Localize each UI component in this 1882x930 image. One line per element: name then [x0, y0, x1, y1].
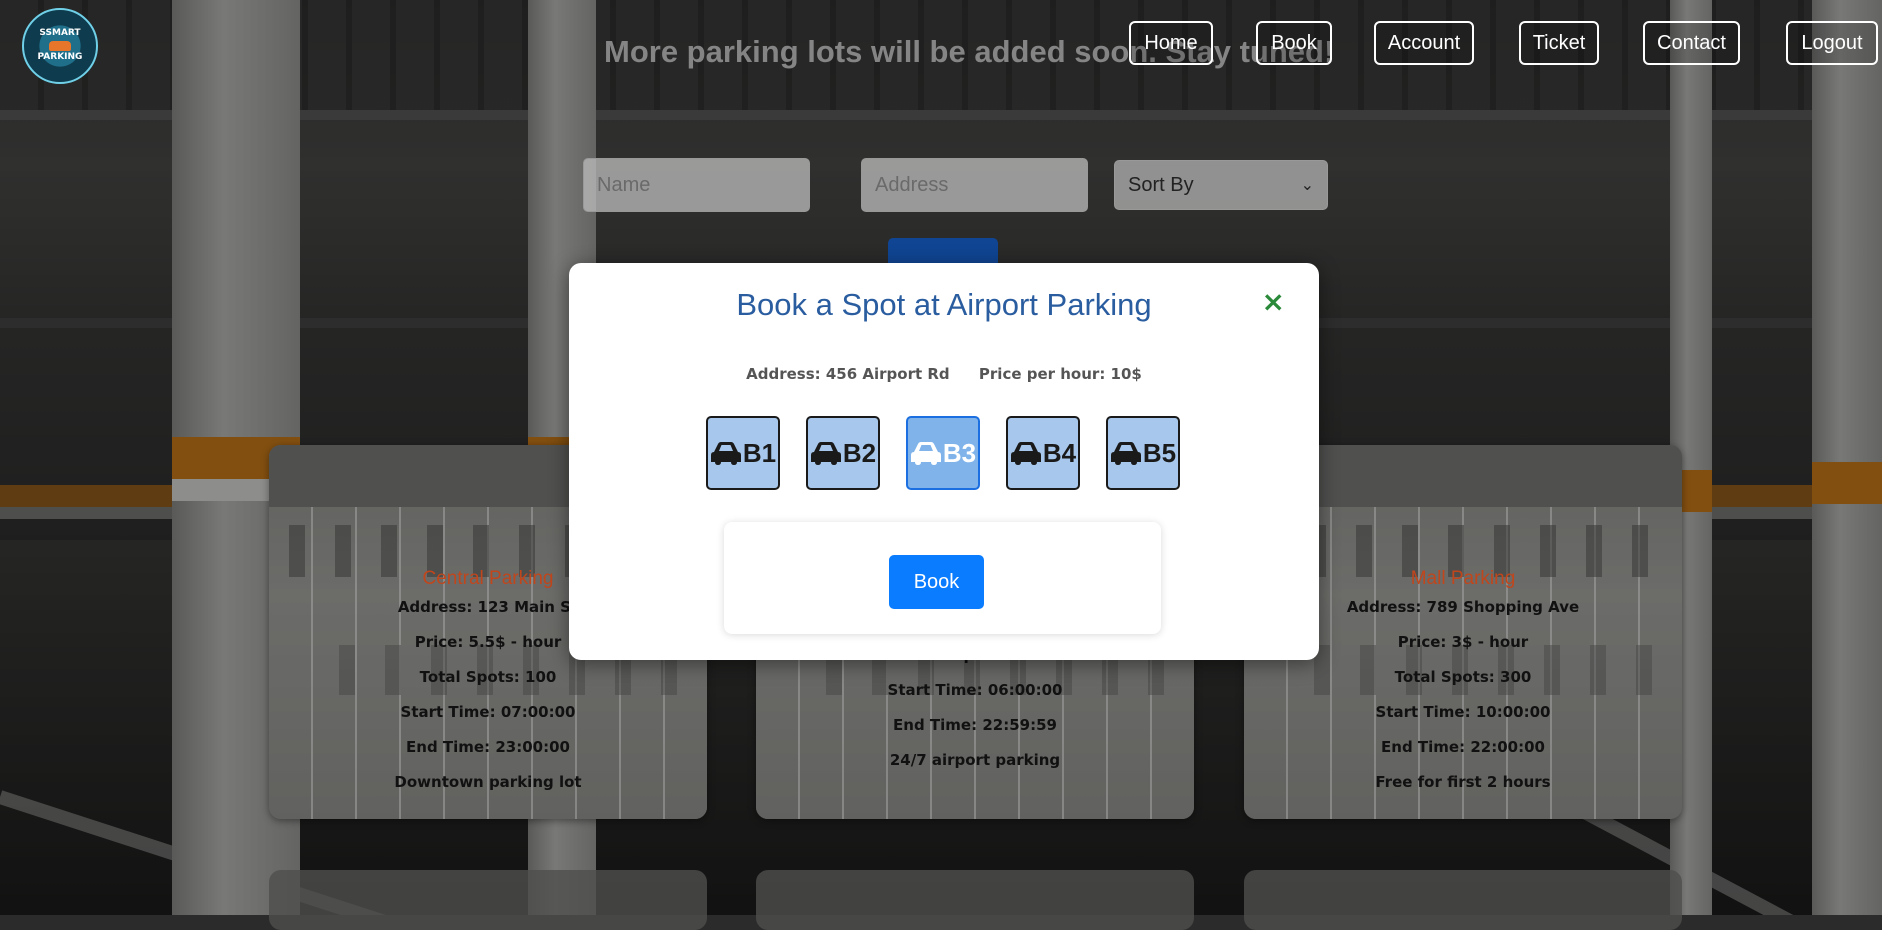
card-total-spots: Total Spots: 100 [419, 668, 557, 686]
card-end-time: End Time: 22:00:00 [1381, 738, 1545, 756]
spot-b2[interactable]: B2 [806, 416, 880, 490]
spot-b4[interactable]: B4 [1006, 416, 1080, 490]
booking-panel: Book [724, 522, 1161, 634]
nav-logout[interactable]: Logout [1786, 21, 1878, 65]
parking-card-partial[interactable] [756, 870, 1194, 930]
nav-account[interactable]: Account [1374, 21, 1474, 65]
spot-label: B2 [842, 437, 877, 468]
nav-home[interactable]: Home [1129, 21, 1213, 65]
nav-contact[interactable]: Contact [1643, 21, 1740, 65]
book-button[interactable]: Book [889, 555, 984, 609]
logo-text-bottom: PARKING [37, 52, 83, 62]
spot-b1[interactable]: B1 [706, 416, 780, 490]
car-icon [910, 442, 941, 465]
card-description: Downtown parking lot [394, 773, 582, 791]
spot-b5[interactable]: B5 [1106, 416, 1180, 490]
car-icon [810, 442, 841, 465]
card-end-time: End Time: 22:59:59 [893, 716, 1057, 734]
spot-b3[interactable]: B3 [906, 416, 980, 490]
address-search-input[interactable]: Address [861, 158, 1088, 212]
car-icon [1110, 442, 1141, 465]
card-description: 24/7 airport parking [889, 751, 1061, 769]
spot-label: B1 [742, 437, 777, 468]
chevron-down-icon: ⌄ [1300, 177, 1314, 194]
parking-card-partial[interactable] [1244, 870, 1682, 930]
spot-label: B5 [1142, 437, 1177, 468]
sort-select-value: Sort By [1128, 173, 1194, 196]
site-logo[interactable]: SSMART PARKING [22, 8, 98, 84]
nav-ticket[interactable]: Ticket [1519, 21, 1599, 65]
card-start-time: Start Time: 10:00:00 [1375, 703, 1551, 721]
page-headline: More parking lots will be added soon. St… [604, 34, 1335, 69]
modal-title: Book a Spot at Airport Parking [736, 287, 1152, 322]
lot-price: Price per hour: 10$ [978, 365, 1142, 383]
close-icon[interactable]: × [1262, 285, 1285, 318]
card-total-spots: Total Spots: 300 [1394, 668, 1532, 686]
booking-modal: Book a Spot at Airport Parking × Address… [569, 263, 1319, 660]
parking-card-partial[interactable] [269, 870, 707, 930]
car-icon [710, 442, 741, 465]
name-search-input[interactable]: Name [583, 158, 810, 212]
card-start-time: Start Time: 07:00:00 [400, 703, 576, 721]
lot-address: Address: 456 Airport Rd [746, 365, 950, 383]
sort-select[interactable]: Sort By ⌄ [1114, 160, 1328, 210]
lot-meta: Address: 456 Airport Rd Price per hour: … [569, 365, 1319, 383]
nav-book[interactable]: Book [1256, 21, 1332, 65]
spot-label: B3 [942, 437, 977, 468]
card-end-time: End Time: 23:00:00 [406, 738, 570, 756]
logo-text-top: SSMART [39, 28, 81, 39]
car-icon [49, 41, 71, 51]
spot-label: B4 [1042, 437, 1077, 468]
card-description: Free for first 2 hours [1375, 773, 1551, 791]
card-start-time: Start Time: 06:00:00 [887, 681, 1063, 699]
car-icon [1010, 442, 1041, 465]
